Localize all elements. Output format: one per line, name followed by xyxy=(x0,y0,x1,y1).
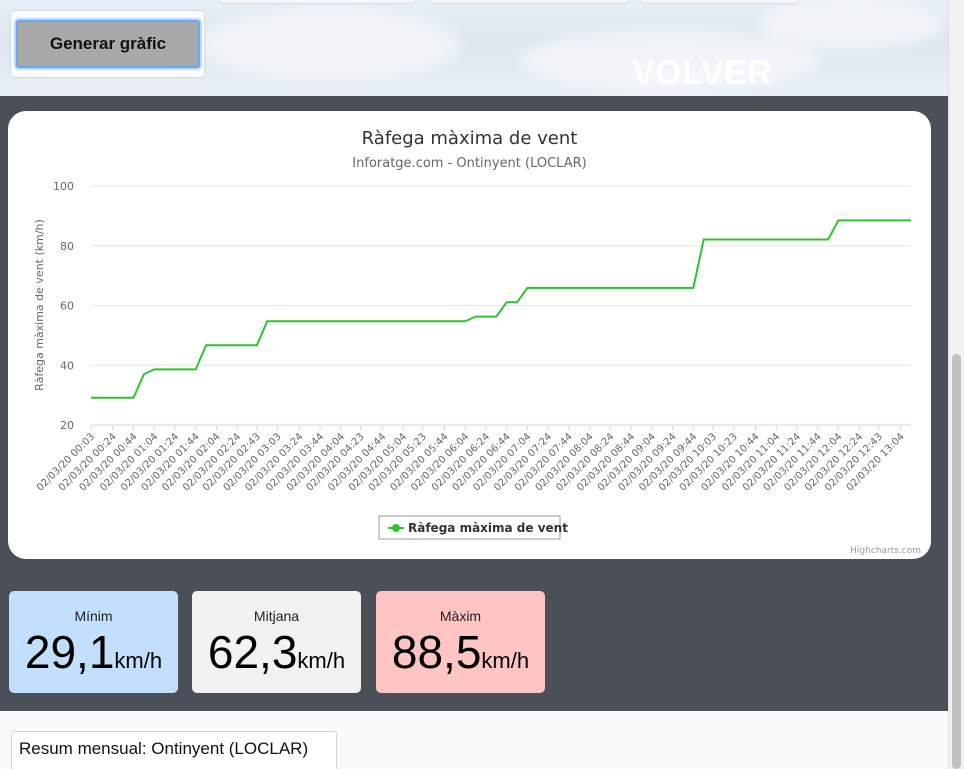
stat-unit: km/h xyxy=(481,648,530,673)
cloud-decoration xyxy=(200,10,460,80)
y-tick-label: 80 xyxy=(60,240,74,253)
volver-link[interactable]: VOLVER xyxy=(632,54,772,93)
scrollbar-thumb[interactable] xyxy=(952,354,961,769)
stat-unit: km/h xyxy=(114,648,163,673)
stat-min: Mínim 29,1km/h xyxy=(9,591,178,693)
chart-credits[interactable]: Highcharts.com xyxy=(850,546,921,556)
chart-card: Ràfega màxima de vent Inforatge.com - On… xyxy=(8,111,931,559)
legend-label: Ràfega màxima de vent xyxy=(408,521,568,535)
stat-number: 88,5 xyxy=(391,626,482,678)
y-tick-label: 100 xyxy=(53,180,74,193)
legend-dot-marker xyxy=(392,524,400,532)
stat-label: Mitjana xyxy=(253,608,300,624)
header-banner: Generar gràfic VOLVER xyxy=(0,0,948,96)
stat-avg: Mitjana 62,3km/h xyxy=(192,591,361,693)
stat-value: 88,5km/h xyxy=(376,625,545,679)
top-control[interactable] xyxy=(640,0,800,4)
stat-label: Mínim xyxy=(74,608,113,624)
y-axis-title: Ràfega màxima de vent (km/h) xyxy=(33,219,46,391)
chart-legend[interactable]: Ràfega màxima de vent xyxy=(378,515,568,540)
summary-section: Resum mensual: Ontinyent (LOCLAR) xyxy=(0,711,948,769)
y-tick-label: 40 xyxy=(60,359,74,372)
y-tick-label: 60 xyxy=(60,300,74,313)
y-tick-label: 20 xyxy=(60,419,74,432)
series-line xyxy=(91,219,911,399)
generate-chart-button[interactable]: Generar gràfic xyxy=(16,20,200,68)
generate-panel: Generar gràfic xyxy=(10,10,205,78)
stat-value: 62,3km/h xyxy=(192,625,361,679)
stat-number: 62,3 xyxy=(207,626,298,678)
top-control[interactable] xyxy=(428,0,630,4)
stat-label: Màxim xyxy=(439,608,482,624)
wind-gust-chart: 02/03/20 00:0302/03/20 00:2402/03/20 00:… xyxy=(33,180,911,540)
stat-number: 29,1 xyxy=(24,626,115,678)
stat-max: Màxim 88,5km/h xyxy=(376,591,545,693)
monthly-summary-header[interactable]: Resum mensual: Ontinyent (LOCLAR) xyxy=(11,731,337,769)
cloud-decoration xyxy=(760,0,940,50)
top-control[interactable] xyxy=(218,0,416,4)
scrollbar[interactable] xyxy=(948,0,964,769)
stat-value: 29,1km/h xyxy=(9,625,178,679)
stat-unit: km/h xyxy=(297,648,346,673)
